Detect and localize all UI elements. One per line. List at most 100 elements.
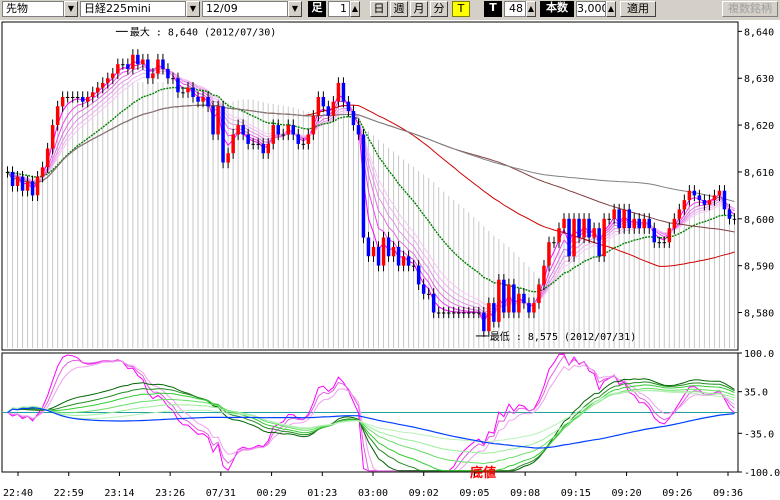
count-value-input[interactable]: 3,000 [576, 1, 606, 17]
candle-body [662, 242, 666, 244]
candle-body [5, 171, 10, 173]
day-button[interactable]: 日 [370, 1, 388, 17]
category-dropdown-icon[interactable]: ▼ [64, 1, 78, 17]
category-select[interactable]: 先物 [2, 1, 64, 17]
candle-body [547, 242, 551, 266]
candle-body [116, 64, 120, 74]
candle-body [592, 228, 596, 238]
candle-body [351, 111, 356, 126]
candle-body [431, 293, 436, 313]
candle-body [226, 153, 230, 163]
candle-body [25, 181, 30, 191]
chart-background [0, 20, 780, 500]
contract-label: 12/09 [206, 2, 238, 15]
candle-body [692, 190, 697, 196]
candle-body [316, 97, 321, 116]
candle-body [452, 312, 456, 314]
candle-body [717, 190, 722, 196]
candle-body [15, 176, 20, 186]
candle-body [677, 209, 682, 219]
candle-body [577, 218, 581, 238]
candle-body [201, 97, 205, 102]
candle-body [306, 134, 311, 144]
candle-body [682, 200, 687, 210]
candle-body [722, 190, 727, 210]
candle-body [346, 101, 351, 112]
price-axis-label: 8,590 [744, 262, 774, 273]
week-button[interactable]: 週 [390, 1, 408, 17]
candle-body [702, 200, 707, 205]
count-stepper-icon[interactable]: ▲ [606, 1, 616, 17]
time-axis-label: 00:29 [257, 488, 287, 499]
candle-body [492, 303, 496, 322]
price-axis-label: 8,580 [744, 309, 774, 320]
bar-count-stepper-icon[interactable]: ▲ [526, 1, 536, 17]
oscillator-axis-label: 100.0 [744, 349, 774, 360]
candle-body [151, 73, 155, 79]
instrument-label: 日経225mini [84, 2, 151, 15]
candle-body [557, 228, 561, 243]
candle-body [522, 293, 526, 304]
candle-body [35, 176, 40, 196]
candle-body [436, 312, 441, 314]
candle-body [50, 125, 55, 149]
candle-body [672, 218, 677, 229]
tick-button[interactable]: T [452, 1, 470, 17]
bar-count-input[interactable]: 48 [504, 1, 526, 17]
oscillator-axis-label: 35.0 [744, 388, 768, 399]
candle-body [176, 78, 180, 93]
contract-dropdown-icon[interactable]: ▼ [288, 1, 302, 17]
candle-body [206, 97, 210, 107]
contract-select[interactable]: 12/09 [202, 1, 288, 17]
candle-body [707, 200, 712, 205]
candle-body [732, 218, 737, 220]
time-axis-label: 09:08 [510, 488, 540, 499]
candle-body [657, 242, 661, 244]
instrument-select[interactable]: 日経225mini [80, 1, 186, 17]
candle-body [537, 284, 541, 304]
candle-body [507, 284, 511, 313]
candle-body [311, 115, 316, 135]
multi-instrument-button[interactable]: 複数銘柄 [722, 1, 778, 17]
month-button[interactable]: 月 [410, 1, 428, 17]
candle-body [572, 218, 576, 257]
foot-label: 足 [308, 1, 326, 17]
candle-body [597, 228, 601, 257]
price-axis-label: 8,630 [744, 74, 774, 85]
candle-body [401, 256, 406, 266]
candle-body [81, 97, 85, 102]
apply-button[interactable]: 適用 [620, 1, 656, 17]
minute-button[interactable]: 分 [430, 1, 448, 17]
instrument-dropdown-icon[interactable]: ▼ [186, 1, 200, 17]
foot-value-input[interactable]: 1 [328, 1, 350, 17]
time-axis-label: 09:05 [459, 488, 489, 499]
candle-body [647, 218, 651, 229]
foot-stepper-icon[interactable]: ▲ [350, 1, 360, 17]
candle-body [587, 218, 591, 238]
candle-body [607, 218, 611, 220]
candle-body [341, 82, 346, 102]
candle-body [687, 190, 692, 201]
time-axis-label: 23:14 [104, 488, 134, 499]
candle-body [371, 246, 376, 257]
candle-body [291, 125, 295, 135]
candle-body [256, 143, 260, 145]
candle-body [276, 125, 280, 135]
count-label: 本数 [540, 1, 574, 17]
candle-body [281, 134, 285, 136]
candle-body [532, 303, 536, 313]
time-axis-label: 09:15 [561, 488, 591, 499]
candle-body [10, 171, 15, 186]
candle-body [141, 59, 145, 65]
candle-body [241, 125, 245, 135]
candle-body [271, 125, 275, 144]
candle-body [166, 68, 170, 79]
candle-body [527, 303, 531, 313]
candle-body [482, 312, 486, 332]
candle-body [652, 228, 656, 243]
time-axis-label: 09:26 [662, 488, 692, 499]
candle-body [91, 92, 95, 97]
candle-body [497, 279, 501, 322]
price-axis-label: 8,620 [744, 121, 774, 132]
candle-body [612, 209, 616, 219]
